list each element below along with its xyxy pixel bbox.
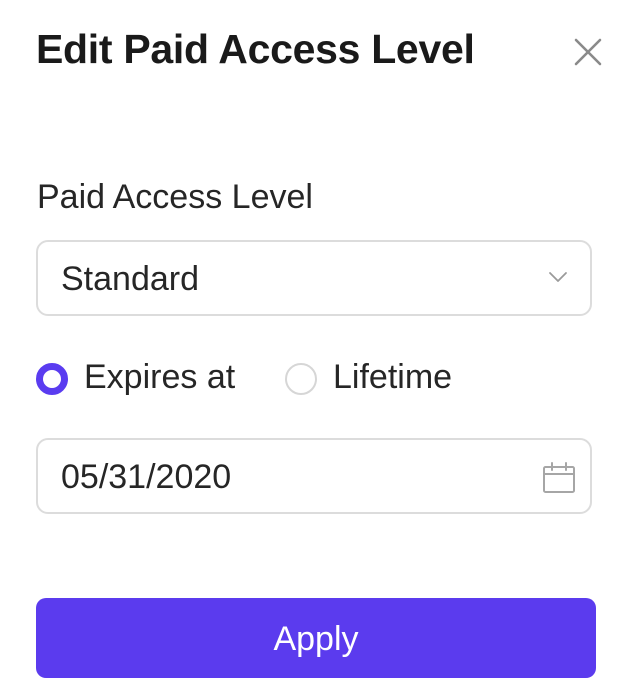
access-level-selected-value: Standard [61, 260, 199, 298]
access-level-select[interactable]: Standard [36, 240, 592, 316]
chevron-down-icon [548, 270, 568, 289]
access-level-label: Paid Access Level [37, 178, 313, 216]
edit-paid-access-dialog: Edit Paid Access Level Paid Access Level… [0, 0, 636, 698]
calendar-icon[interactable] [542, 462, 576, 499]
expiry-radio-group: Expires at Lifetime [36, 356, 596, 402]
radio-expires-at-label: Expires at [84, 358, 236, 396]
radio-unchecked-icon [285, 363, 317, 395]
close-button[interactable] [570, 34, 606, 70]
expiry-date-value: 05/31/2020 [61, 458, 232, 496]
dialog-title: Edit Paid Access Level [36, 26, 475, 72]
radio-lifetime-label: Lifetime [333, 358, 453, 396]
radio-checked-icon [36, 363, 68, 395]
expiry-date-input[interactable]: 05/31/2020 [36, 438, 592, 514]
close-icon [570, 34, 606, 70]
apply-button[interactable]: Apply [36, 598, 596, 678]
